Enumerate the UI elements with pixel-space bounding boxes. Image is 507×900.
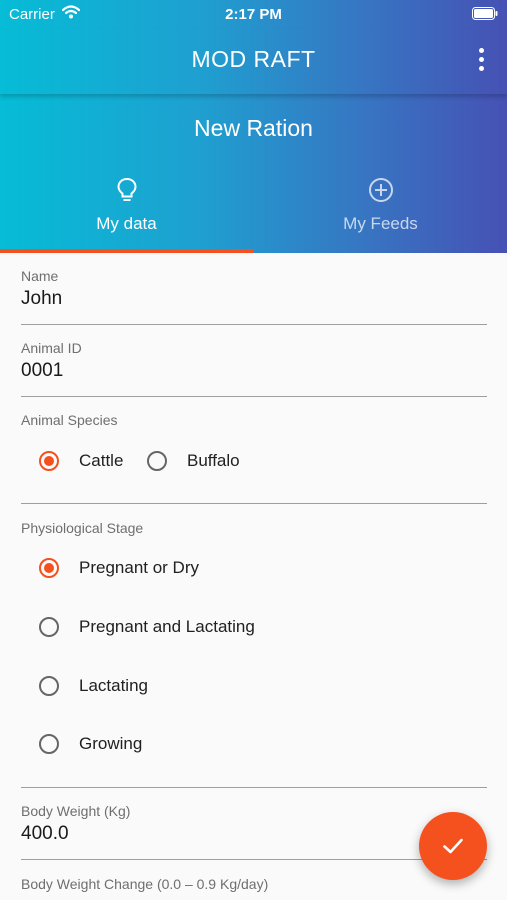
- tab-my-data-label: My data: [96, 214, 157, 233]
- pregnant-and-lactating-radio[interactable]: [39, 617, 59, 637]
- tab-my-data[interactable]: My data: [0, 170, 253, 253]
- screen-title: New Ration: [194, 115, 313, 141]
- more-vert-icon-dot: [478, 66, 484, 71]
- tab-my-feeds-label: My Feeds: [343, 214, 418, 233]
- pregnant-and-lactating-label[interactable]: Pregnant and Lactating: [79, 617, 255, 637]
- stage-divider: [21, 787, 487, 788]
- cattle-label[interactable]: Cattle: [79, 451, 123, 471]
- physiological-stage-label: Physiological Stage: [21, 520, 144, 536]
- animal-id-field[interactable]: Animal ID 0001: [21, 334, 487, 397]
- app-title: MOD RAFT: [191, 46, 316, 72]
- name-field[interactable]: Name John: [21, 262, 487, 325]
- header: Carrier 2:17 PM MOD RAFT New Ration My d…: [0, 0, 507, 253]
- body-weight-field[interactable]: Body Weight (Kg) 400.0: [21, 797, 487, 860]
- confirm-button[interactable]: [419, 812, 487, 880]
- species-divider: [21, 503, 487, 504]
- more-vert-icon: [478, 48, 484, 53]
- lactating-radio[interactable]: [39, 676, 59, 696]
- lightbulb-icon: [116, 177, 137, 201]
- body-weight-label: Body Weight (Kg): [21, 803, 131, 819]
- more-options-button[interactable]: [469, 46, 493, 76]
- pregnant-or-dry-radio[interactable]: [39, 558, 59, 578]
- status-bar: Carrier 2:17 PM: [0, 0, 507, 28]
- name-value: John: [21, 288, 63, 309]
- animal-id-label: Animal ID: [21, 340, 82, 356]
- pregnant-or-dry-label[interactable]: Pregnant or Dry: [79, 558, 199, 578]
- app-bar: MOD RAFT: [0, 28, 507, 94]
- more-vert-icon-dot: [478, 57, 484, 62]
- battery-icon: [472, 7, 498, 24]
- growing-label[interactable]: Growing: [79, 734, 142, 754]
- animal-species-label: Animal Species: [21, 412, 118, 428]
- cattle-radio[interactable]: [39, 451, 59, 471]
- buffalo-radio[interactable]: [147, 451, 167, 471]
- check-icon: [443, 838, 463, 854]
- growing-radio[interactable]: [39, 734, 59, 754]
- add-circle-icon: [368, 178, 393, 202]
- body-weight-change-label: Body Weight Change (0.0 – 0.9 Kg/day): [21, 876, 269, 892]
- buffalo-label[interactable]: Buffalo: [187, 451, 240, 471]
- animal-id-value: 0001: [21, 360, 64, 381]
- clock: 2:17 PM: [225, 6, 282, 23]
- body-weight-value: 400.0: [21, 823, 69, 844]
- name-label: Name: [21, 268, 59, 284]
- tab-my-feeds[interactable]: My Feeds: [254, 170, 507, 253]
- lactating-label[interactable]: Lactating: [79, 676, 148, 696]
- tab-indicator: [0, 249, 254, 253]
